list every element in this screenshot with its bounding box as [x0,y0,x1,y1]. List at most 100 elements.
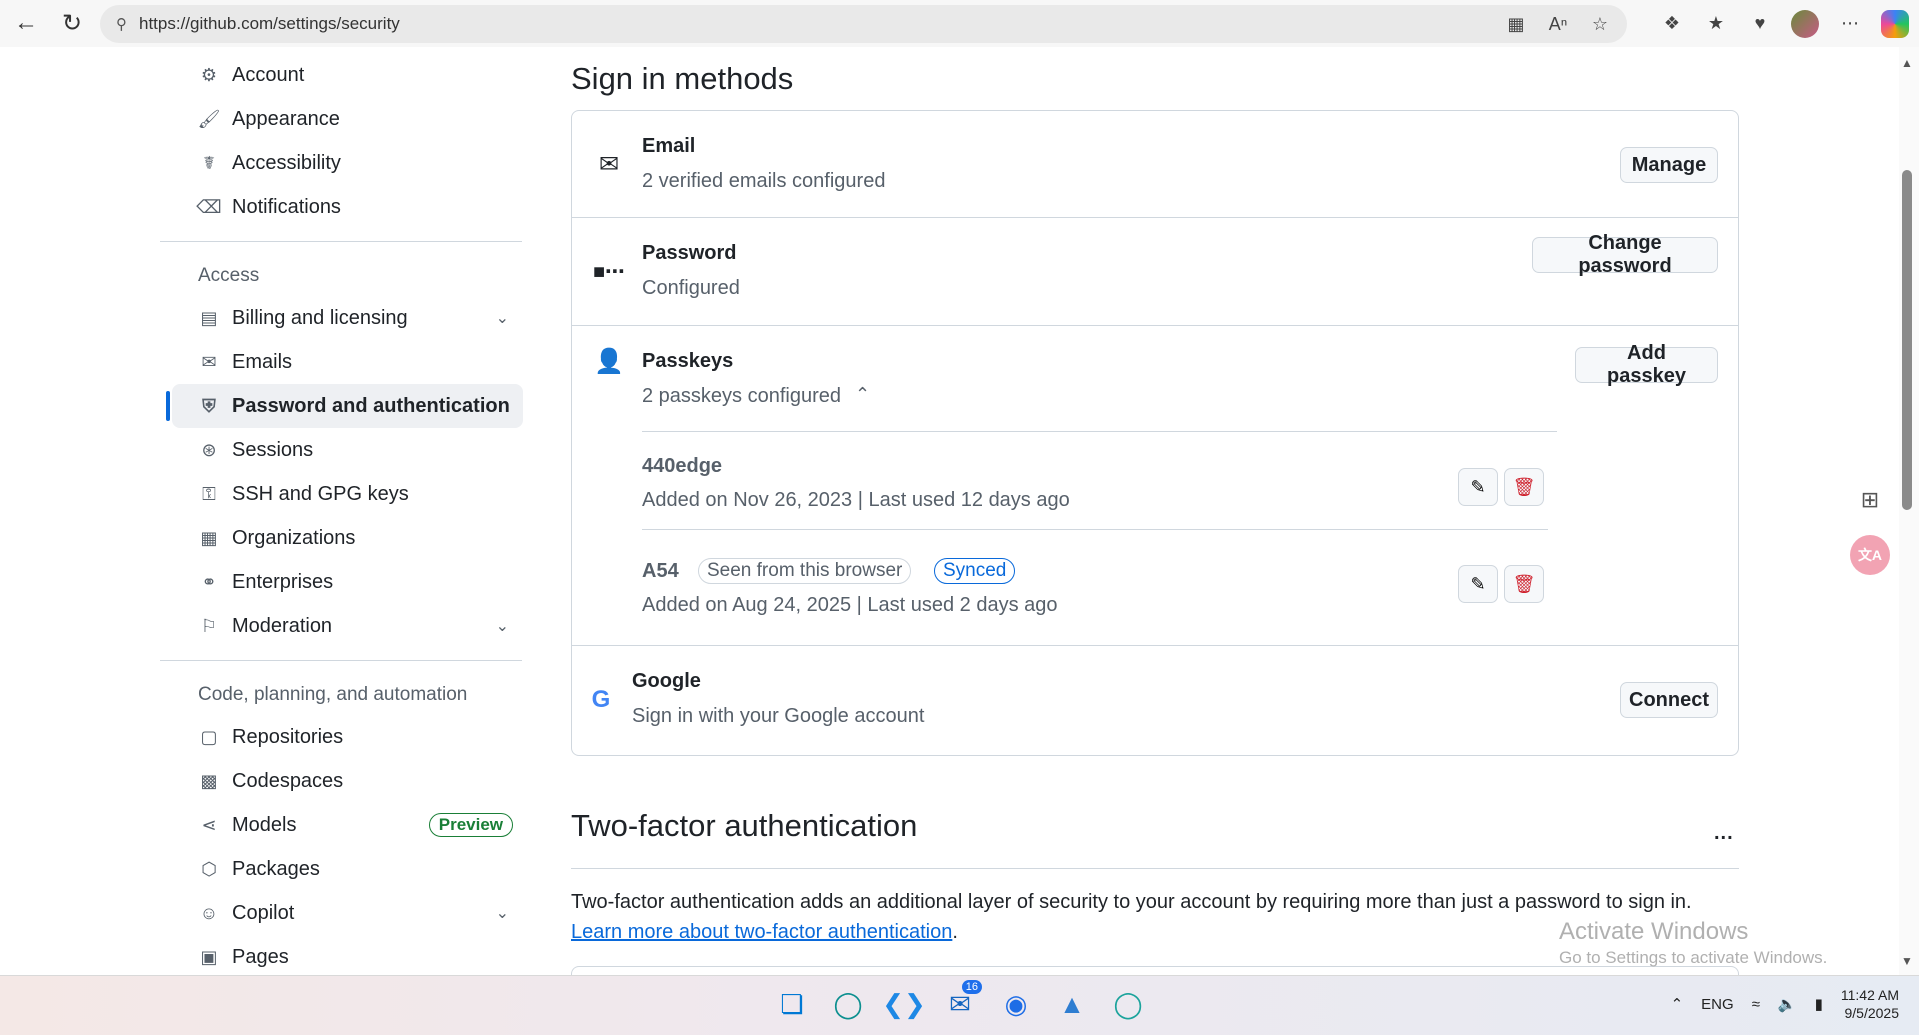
back-button[interactable]: ← [4,3,48,43]
sidebar-item-emails[interactable]: ✉ Emails [172,340,523,384]
sidebar-item-packages[interactable]: ⬡ Packages [172,847,523,891]
sidebar-item-label: Codespaces [232,769,344,792]
battery-icon[interactable]: ▮ [1815,995,1823,1013]
package-icon: ⬡ [201,858,217,879]
scroll-up-arrow[interactable]: ▲ [1901,56,1913,70]
favorite-star-icon[interactable]: ☆ [1587,11,1613,37]
passkeys-row: 👤 Passkeys 2 passkeys configured ⌃ Add p… [572,326,1738,646]
wifi-icon[interactable]: ≈ [1752,996,1760,1013]
copilot-sidebar-icon[interactable] [1881,9,1909,38]
password-icon: ■⋯ [592,260,626,283]
clock-date: 9/5/2025 [1844,1005,1900,1021]
report-icon: ⚐ [200,615,218,636]
sidebar-heading-access: Access [198,265,260,286]
delete-passkey-button[interactable]: 🗑 [1504,565,1544,603]
connect-google-button[interactable]: Connect [1620,682,1718,718]
sidebar-item-billing[interactable]: ▤ Billing and licensing ⌄ [172,296,523,340]
scrollbar-thumb[interactable] [1902,170,1912,510]
activate-windows-watermark: Activate Windows Go to Settings to activ… [1559,918,1827,968]
sidebar-item-label: SSH and GPG keys [232,482,409,505]
profile-avatar[interactable] [1791,9,1819,38]
browser-essentials-icon[interactable]: ♥ [1747,11,1773,37]
edit-passkey-button[interactable]: ✎ [1458,565,1498,603]
sidebar-item-organizations[interactable]: ▦ Organizations [172,516,523,560]
edit-passkey-button[interactable]: ✎ [1458,468,1498,506]
vscode-icon[interactable]: ❮❯ [882,984,926,1024]
sidebar-item-label: Account [232,63,305,86]
passkeys-divider [642,431,1557,432]
mail-icon: ✉ [201,351,217,372]
chevron-up-icon[interactable]: ⌃ [855,384,870,405]
sidebar-item-enterprises[interactable]: ⚭ Enterprises [172,560,523,604]
chevron-down-icon[interactable]: ⌄ [496,308,509,328]
google-title: Google [632,670,701,692]
translate-icon[interactable]: 文A [1850,535,1890,575]
browser-icon: ▣ [200,946,218,967]
globe-icon: ⚭ [201,571,217,592]
system-clock[interactable]: 11:42 AM 9/5/2025 [1841,986,1899,1022]
refresh-button[interactable]: ↻ [50,3,94,43]
sidebar-item-moderation[interactable]: ⚐ Moderation ⌄ [172,604,523,648]
two-factor-description: Two-factor authentication adds an additi… [571,891,1692,913]
change-password-button[interactable]: Change password [1532,232,1718,277]
sidebar-item-ssh-gpg-keys[interactable]: ⚿ SSH and GPG keys [172,472,523,516]
manage-email-button[interactable]: Manage [1620,147,1718,183]
settings-sidebar: ⚙ Account 🖌 Appearance ☤ Accessibility ⌫… [160,47,532,975]
photos-icon[interactable]: ▲ [1054,984,1090,1024]
edge-icon[interactable]: ◯ [830,984,866,1024]
firefox-icon[interactable]: ◉ [998,984,1034,1024]
passkeys-subtitle[interactable]: 2 passkeys configured [642,385,841,408]
more-options-icon[interactable]: ... [1714,822,1734,845]
sidebar-item-sessions[interactable]: ⊛ Sessions [172,428,523,472]
sidebar-heading-code: Code, planning, and automation [198,684,468,705]
sidebar-item-accessibility[interactable]: ☤ Accessibility [172,141,523,185]
windows-start-icon[interactable]: ❏ [774,984,810,1024]
sidebar-item-label: Models [232,813,297,836]
site-info-icon[interactable]: ⚲ [116,15,127,33]
sidebar-top-group: ⚙ Account 🖌 Appearance ☤ Accessibility ⌫… [160,47,532,229]
read-aloud-icon[interactable]: Aⁿ [1545,11,1571,37]
copilot-icon: ☺ [199,902,219,923]
chevron-up-icon[interactable]: ⌃ [1671,995,1684,1013]
sidebar-divider [160,660,522,661]
trash-icon: 🗑 [1512,476,1536,497]
windows-taskbar: ❏ ◯ ❮❯ ✉ 16 ◉ ▲ ◯ ⌃ ENG ≈ 🔈 ▮ 11:42 AM 9/… [0,975,1919,1035]
chevron-down-icon[interactable]: ⌄ [496,903,509,923]
sidebar-item-copilot[interactable]: ☺ Copilot ⌄ [172,891,523,935]
more-menu-icon[interactable]: ⋯ [1837,11,1863,37]
sidebar-item-label: Copilot [232,901,295,924]
chevron-down-icon[interactable]: ⌄ [496,616,509,636]
sidebar-item-label: Moderation [232,614,333,637]
sidebar-item-repositories[interactable]: ▢ Repositories [172,715,523,759]
delete-passkey-button[interactable]: 🗑 [1504,468,1544,506]
scroll-down-arrow[interactable]: ▼ [1901,954,1913,968]
immersive-reader-icon[interactable]: ▦ [1503,11,1529,37]
sidebar-item-label: Notifications [232,195,341,218]
codespaces-icon: ▩ [200,770,218,791]
models-icon: ⋖ [201,814,217,835]
paintbrush-icon: 🖌 [197,108,221,129]
favorites-icon[interactable]: ★ [1703,11,1729,37]
sidebar-item-codespaces[interactable]: ▩ Codespaces [172,759,523,803]
extensions-icon[interactable]: ❖ [1659,11,1685,37]
sidebar-item-appearance[interactable]: 🖌 Appearance [172,97,523,141]
bell-icon: ⌫ [196,196,222,217]
sidebar-item-notifications[interactable]: ⌫ Notifications [172,185,523,229]
address-bar[interactable]: ⚲ https://github.com/settings/security ▦… [100,5,1627,43]
app-grid-icon[interactable]: ⊞ [1850,480,1890,520]
sidebar-item-account[interactable]: ⚙ Account [172,53,523,97]
learn-more-2fa-link[interactable]: Learn more about two-factor authenticati… [571,921,952,943]
sidebar-item-models[interactable]: ⋖ Models Preview [172,803,523,847]
edge-dev-icon[interactable]: ◯ [1110,984,1146,1024]
sidebar-item-label: Billing and licensing [232,306,408,329]
passkey-name: A54 [642,560,679,582]
url-text[interactable]: https://github.com/settings/security [139,14,400,34]
add-passkey-button[interactable]: Add passkey [1575,342,1718,387]
outlook-icon[interactable]: ✉ 16 [942,980,982,1024]
passkeys-title: Passkeys [642,350,734,372]
password-subtitle: Configured [642,277,740,299]
language-indicator[interactable]: ENG [1701,996,1734,1013]
sidebar-item-pages[interactable]: ▣ Pages [172,935,523,975]
volume-icon[interactable]: 🔈 [1778,995,1797,1013]
sidebar-item-password-authentication[interactable]: ⛨ Password and authentication [166,384,523,428]
